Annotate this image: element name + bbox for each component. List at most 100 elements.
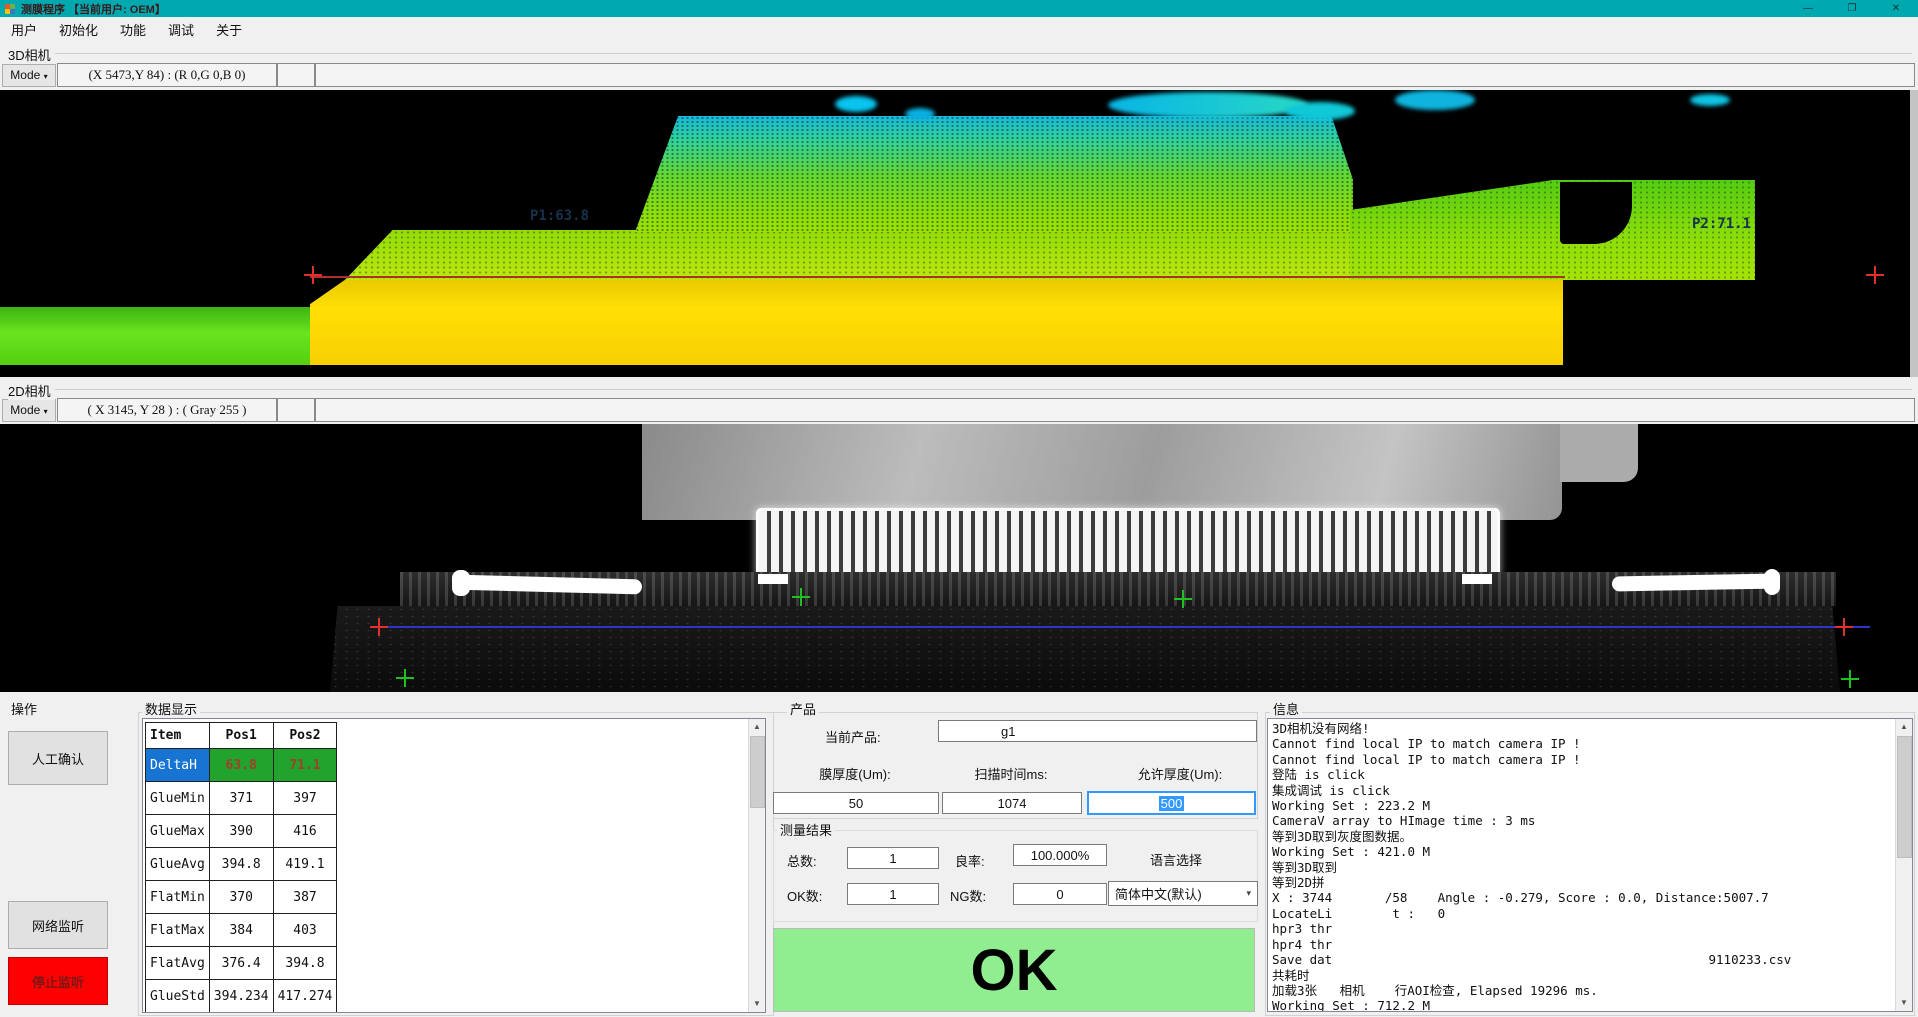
heatmap-blob [1395, 90, 1475, 110]
p1-value-label: P1:63.8 [530, 208, 589, 224]
col-pos2[interactable]: Pos2 [273, 723, 337, 749]
pcb-tab [1560, 424, 1638, 482]
scroll-down-icon[interactable]: ▼ [749, 996, 765, 1012]
camera3d-statbox-3 [315, 63, 1915, 87]
camera2d-image[interactable] [0, 424, 1918, 692]
manual-confirm-button[interactable]: 人工确认 [8, 731, 108, 785]
heatmap-yellow-slab [310, 278, 1563, 365]
camera2d-divider [52, 389, 1912, 390]
app-window: 测膜程序 【当前用户: OEM】 — ❐ ✕ 用户 初始化 功能 调试 关于 3… [0, 0, 1918, 1017]
chevron-down-icon: ▾ [44, 72, 48, 81]
ng-count-label: NG数: [950, 886, 986, 905]
operation-title: 操作 [8, 699, 40, 718]
product-title: 产品 [787, 699, 819, 718]
table-row-flatstd[interactable]: FlatStd 2.139 2.229 [146, 1013, 337, 1014]
film-thickness-input[interactable]: 50 [773, 792, 939, 814]
data-display-list: Item Pos1 Pos2 DeltaH 63.8 71.1 GlueMin … [142, 718, 766, 1013]
col-pos1[interactable]: Pos1 [209, 723, 273, 749]
col-item[interactable]: Item [146, 723, 210, 749]
network-listen-button[interactable]: 网络监听 [8, 901, 108, 949]
total-input[interactable]: 1 [847, 847, 939, 869]
log-text[interactable]: 3D相机没有网络! Cannot find local IP to match … [1268, 719, 1795, 1012]
app-icon [5, 4, 15, 14]
window-title: 测膜程序 【当前用户: OEM】 [21, 1, 166, 17]
yield-label: 良率: [955, 851, 985, 870]
table-header-row: Item Pos1 Pos2 [146, 723, 337, 749]
table-row-gluestd[interactable]: GlueStd 394.234 417.274 [146, 980, 337, 1013]
camera2d-pixel-readout: ( X 3145, Y 28 ) : ( Gray 255 ) [57, 398, 277, 422]
status-banner: OK [773, 928, 1255, 1012]
heatmap-blob [835, 96, 877, 112]
stop-listen-button[interactable]: 停止监听 [8, 957, 108, 1005]
table-row-gluemin[interactable]: GlueMin 371 397 [146, 782, 337, 815]
language-select[interactable]: 简体中文(默认) ▾ [1108, 881, 1258, 906]
table-row-flatmax[interactable]: FlatMax 384 403 [146, 914, 337, 947]
table-row-deltah[interactable]: DeltaH 63.8 71.1 [146, 749, 337, 782]
camera3d-scroll-strip[interactable] [1910, 90, 1918, 377]
yield-input[interactable]: 100.000% [1013, 844, 1107, 866]
camera3d-image[interactable]: P1:63.8 P2:71.1 [0, 90, 1918, 377]
current-product-input[interactable]: g1 [938, 720, 1257, 742]
menu-debug[interactable]: 调试 [157, 20, 205, 39]
camera3d-statbox-2 [277, 63, 315, 87]
total-label: 总数: [787, 851, 817, 870]
table-row-flatavg[interactable]: FlatAvg 376.4 394.8 [146, 947, 337, 980]
marker-cross-p1 [304, 266, 322, 284]
camera3d-label: 3D相机 [8, 45, 55, 64]
ok-count-label: OK数: [787, 886, 822, 905]
marker-cross-green [792, 588, 810, 606]
data-display-title: 数据显示 [142, 699, 200, 718]
minimize-icon[interactable]: — [1786, 0, 1830, 17]
heatmap-blob [1690, 94, 1730, 106]
white-reflection [452, 570, 470, 596]
scroll-down-icon[interactable]: ▼ [1896, 995, 1912, 1011]
marker-cross-green [1841, 670, 1859, 688]
heatmap-upper-slab [635, 116, 1353, 232]
maximize-icon[interactable]: ❐ [1830, 0, 1874, 17]
camera3d-mode-dropdown[interactable]: Mode ▾ [2, 64, 56, 87]
scroll-up-icon[interactable]: ▲ [1896, 719, 1912, 735]
ok-count-input[interactable]: 1 [847, 883, 939, 905]
close-icon[interactable]: ✕ [1874, 0, 1918, 17]
white-reflection [758, 574, 788, 584]
table-row-gluemax[interactable]: GlueMax 390 416 [146, 815, 337, 848]
table-row-flatmin[interactable]: FlatMin 370 387 [146, 881, 337, 914]
heatmap-left-band [0, 307, 313, 365]
white-reflection [1462, 574, 1492, 584]
menu-bar: 用户 初始化 功能 调试 关于 [0, 17, 1918, 42]
ng-count-input[interactable]: 0 [1013, 883, 1107, 905]
white-reflection [1612, 574, 1780, 592]
scroll-thumb[interactable] [1897, 736, 1912, 858]
heatmap-blob [1285, 102, 1355, 120]
scroll-thumb[interactable] [750, 736, 765, 808]
camera3d-toolbar: Mode ▾ (X 5473,Y 84) : (R 0,G 0,B 0) [0, 62, 1918, 88]
menu-function[interactable]: 功能 [109, 20, 157, 39]
scroll-up-icon[interactable]: ▲ [749, 719, 765, 735]
table-scrollbar[interactable]: ▲ ▼ [748, 719, 765, 1012]
camera2d-label: 2D相机 [8, 381, 55, 400]
info-log-box: 3D相机没有网络! Cannot find local IP to match … [1267, 718, 1913, 1012]
log-scrollbar[interactable]: ▲ ▼ [1895, 719, 1912, 1011]
allowed-thickness-input[interactable]: 500 [1087, 791, 1256, 815]
camera2d-toolbar: Mode ▾ ( X 3145, Y 28 ) : ( Gray 255 ) [0, 397, 1918, 423]
marker-cross-right [1835, 618, 1853, 636]
table-row-glueavg[interactable]: GlueAvg 394.8 419.1 [146, 848, 337, 881]
marker-cross-p2 [1866, 266, 1884, 284]
camera2d-mode-dropdown[interactable]: Mode ▾ [2, 399, 56, 422]
camera2d-statbox-2 [277, 398, 315, 422]
menu-user[interactable]: 用户 [0, 20, 48, 39]
menu-initialize[interactable]: 初始化 [48, 20, 109, 39]
results-title: 测量结果 [777, 820, 835, 839]
camera2d-statbox-3 [315, 398, 1915, 422]
fixture-base [330, 606, 1840, 692]
heatmap-blob [1108, 92, 1308, 118]
marker-cross-left [370, 618, 388, 636]
camera3d-pixel-readout: (X 5473,Y 84) : (R 0,G 0,B 0) [57, 63, 277, 87]
heatmap-blob [905, 108, 935, 120]
menu-about[interactable]: 关于 [205, 20, 253, 39]
white-reflection [1764, 569, 1780, 595]
info-title: 信息 [1270, 699, 1302, 718]
scan-time-input[interactable]: 1074 [942, 792, 1082, 814]
title-bar: 测膜程序 【当前用户: OEM】 — ❐ ✕ [0, 0, 1918, 17]
marker-cross-green [1174, 590, 1192, 608]
